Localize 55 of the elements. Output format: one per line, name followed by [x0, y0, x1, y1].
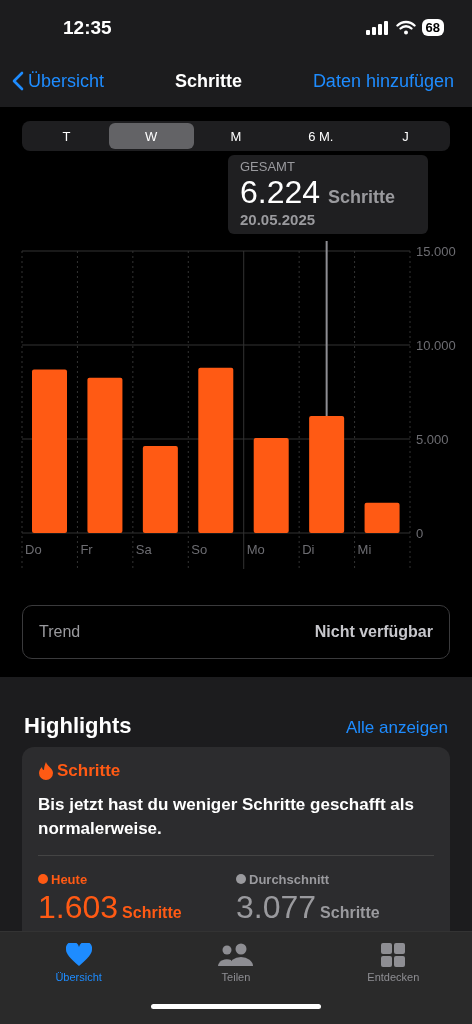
grid-icon [381, 943, 406, 967]
range-tab[interactable]: J [363, 123, 448, 149]
back-link[interactable]: Übersicht [12, 70, 105, 92]
nav-title: Schritte [174, 70, 242, 92]
range-tab[interactable]: W [108, 123, 194, 149]
bar[interactable] [87, 377, 123, 533]
bar[interactable] [253, 438, 289, 533]
stat-value: 3.077 [236, 888, 317, 926]
x-tick-label: Fr [80, 542, 93, 557]
heart-icon [65, 943, 92, 967]
stat-unit: Schritte [320, 903, 380, 922]
section-title: Highlights [24, 713, 132, 739]
signal-icon [365, 20, 390, 35]
x-tick-label: Di [302, 542, 315, 557]
x-tick-label: Sa [135, 542, 152, 557]
wifi-icon [395, 20, 416, 35]
battery-level: 68 [421, 19, 444, 36]
tab-bar-item[interactable]: Übersicht [28, 942, 129, 984]
tab-bar-item[interactable]: Teilen [186, 942, 286, 984]
tooltip-value: 6.224 [240, 174, 321, 211]
tooltip-date: 20.05.2025 [240, 211, 317, 228]
card-category: Schritte [57, 761, 121, 781]
flame-icon [38, 762, 54, 780]
trend-value: Nicht verfügbar [314, 623, 433, 641]
people-icon [218, 943, 254, 967]
x-tick-label: So [191, 542, 208, 557]
tab-bar-item[interactable]: Entdecken [343, 942, 444, 984]
status-time: 12:35 [63, 16, 112, 39]
range-tab[interactable]: T [24, 123, 109, 149]
stat-label: Heute [51, 871, 88, 887]
back-chevron-icon [12, 71, 24, 91]
bar[interactable] [364, 502, 400, 533]
card-text: Bis jetzt hast du weniger Schritte geschafft als normalerweise. [38, 794, 415, 840]
y-tick-label: 0 [416, 526, 424, 541]
add-data-link[interactable]: Daten hinzufügen [312, 70, 454, 92]
highlight-card[interactable]: Schritte Bis jetzt hast du weniger Schritte geschafft als normalerweise. Heute 1.603 Schritte Durchschnitt 3.077 Schritte [22, 747, 450, 931]
bar[interactable] [198, 367, 234, 533]
trend-row[interactable]: Trend Nicht verfügbar [22, 605, 450, 659]
show-all-link[interactable]: Alle anzeigen [345, 718, 448, 738]
stat-unit: Schritte [122, 903, 182, 922]
bar[interactable] [142, 445, 178, 533]
tooltip-label: GESAMT [240, 159, 296, 174]
y-tick-label: 10.000 [416, 338, 456, 353]
stat-value: 1.603 [38, 888, 119, 926]
range-tab[interactable]: 6 M. [278, 123, 364, 149]
x-tick-label: Mi [357, 542, 372, 557]
x-tick-label: Do [25, 542, 42, 557]
tooltip-unit: Schritte [328, 187, 396, 208]
y-tick-label: 5.000 [416, 432, 449, 447]
range-tab[interactable]: M [193, 123, 279, 149]
y-tick-label: 15.000 [416, 244, 456, 259]
trend-label: Trend [39, 623, 81, 641]
bar[interactable] [309, 416, 345, 533]
stat-label: Durchschnitt [249, 871, 330, 887]
x-tick-label: Mo [246, 542, 265, 557]
